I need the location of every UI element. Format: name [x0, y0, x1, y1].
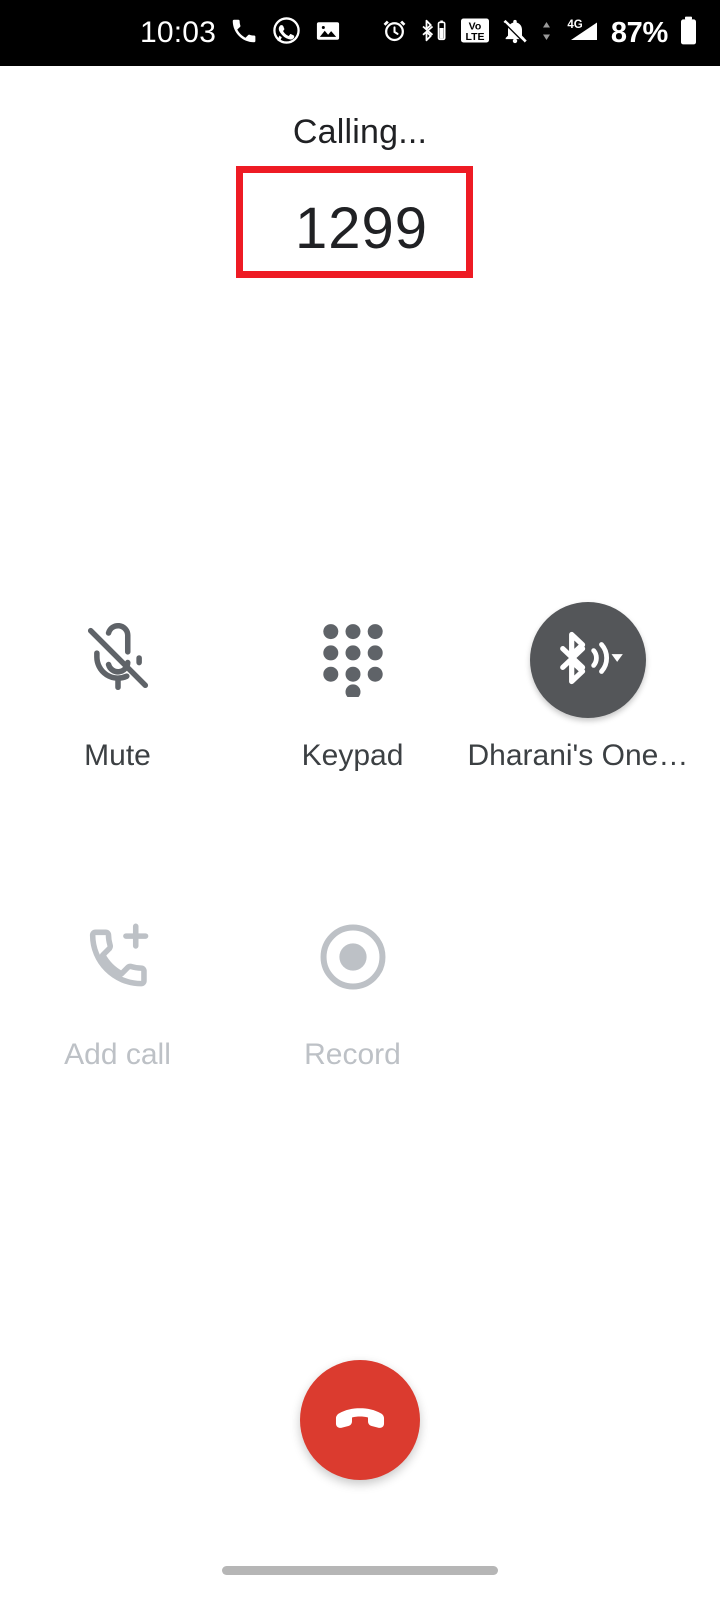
battery-icon — [679, 16, 698, 50]
bluetooth-icon-wrap — [528, 600, 648, 720]
controls-row2-spacer — [470, 899, 705, 1073]
record-icon — [315, 919, 391, 1000]
status-bar: 10:03 Vo LTE 4G 87% — [0, 0, 720, 66]
mic-off-icon — [79, 619, 157, 702]
status-bar-left-group: 10:03 — [140, 16, 342, 51]
keypad-label: Keypad — [301, 739, 404, 772]
add-call-label: Add call — [64, 1038, 171, 1071]
silent-bell-icon — [501, 17, 529, 50]
audio-route-active-circle — [529, 602, 646, 718]
call-controls-row-1: Mute Keypad Dharani's OnePlu... — [0, 600, 720, 774]
record-button[interactable]: Record — [235, 899, 470, 1073]
home-gesture-pill[interactable] — [222, 1565, 498, 1575]
signal-bars-icon: 4G — [564, 17, 600, 50]
bluetooth-audio-icon — [551, 629, 625, 692]
end-call-button[interactable] — [300, 1360, 420, 1480]
add-call-icon-wrap — [58, 899, 178, 1019]
status-bar-clock: 10:03 — [140, 16, 217, 49]
add-call-icon — [80, 919, 156, 1000]
end-call-area — [0, 1360, 720, 1480]
photo-icon — [314, 17, 342, 50]
phone-number-highlight-box: 1299 — [236, 166, 473, 278]
svg-text:4G: 4G — [567, 19, 582, 31]
mute-icon-wrap — [58, 600, 178, 720]
audio-route-label: Dharani's OnePlu... — [467, 739, 708, 772]
bluetooth-battery-icon — [419, 17, 449, 49]
data-transfer-icon — [540, 18, 553, 49]
record-icon-wrap — [293, 899, 413, 1019]
mute-button[interactable]: Mute — [0, 600, 235, 774]
call-controls-row-2: Add call Record — [0, 899, 720, 1073]
svg-text:LTE: LTE — [465, 31, 484, 43]
audio-route-button[interactable]: Dharani's OnePlu... — [467, 600, 708, 774]
phone-call-icon — [229, 16, 259, 51]
battery-percentage-label: 87% — [610, 16, 668, 49]
whatsapp-icon — [272, 16, 301, 50]
call-end-icon — [329, 1387, 391, 1454]
add-call-button[interactable]: Add call — [0, 899, 235, 1073]
navigation-bar — [0, 1540, 720, 1600]
record-label: Record — [304, 1038, 401, 1071]
alarm-icon — [381, 17, 408, 49]
dialpad-icon — [317, 619, 389, 702]
call-header: Calling... 1299 — [0, 110, 720, 278]
keypad-icon-wrap — [293, 600, 413, 720]
keypad-button[interactable]: Keypad — [235, 600, 470, 774]
call-screen: 10:03 Vo LTE 4G 87% Calling... 1299 Mute… — [0, 0, 720, 1600]
call-controls-grid: Mute Keypad Dharani's OnePlu... Add call… — [0, 600, 720, 1073]
chevron-down-icon — [611, 653, 623, 662]
call-status-text: Calling... — [292, 113, 428, 151]
mute-label: Mute — [84, 739, 151, 772]
status-bar-right-group: Vo LTE 4G 87% — [381, 16, 698, 50]
phone-number: 1299 — [294, 196, 429, 261]
volte-icon: Vo LTE — [460, 17, 490, 49]
